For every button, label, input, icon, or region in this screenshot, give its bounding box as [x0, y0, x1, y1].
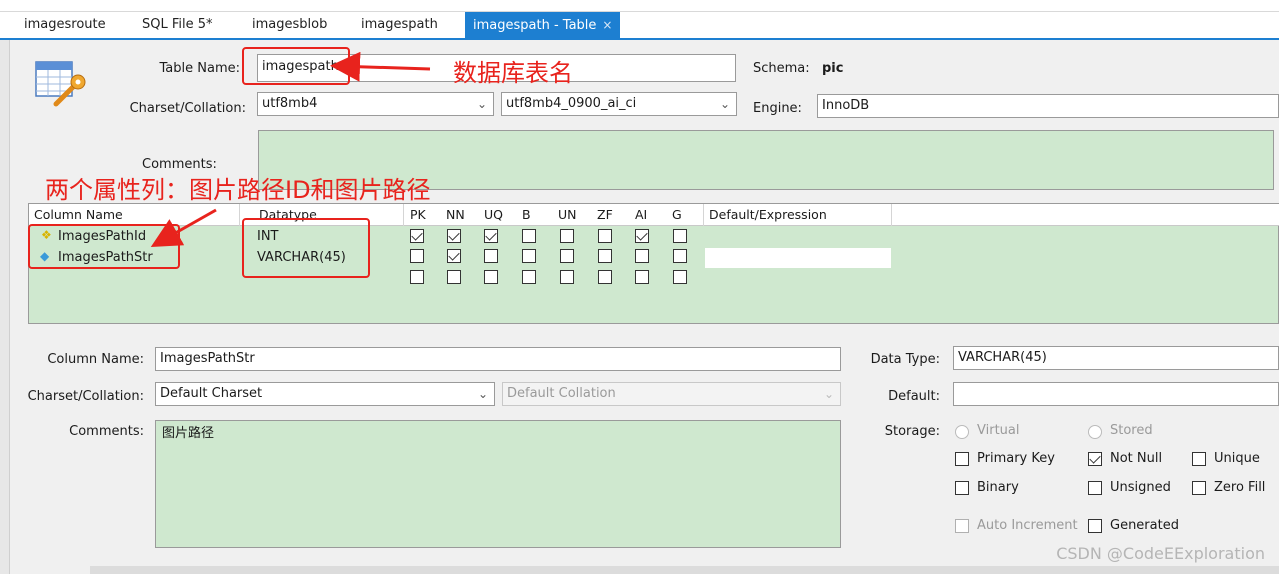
bottom-scrollbar[interactable]: [90, 566, 1279, 574]
table-name-annotation: 数据库表名: [453, 59, 573, 87]
columns-arrow: [150, 208, 217, 247]
columns-annotation: 两个属性列：图片路径ID和图片路径: [45, 176, 431, 204]
watermark: CSDN @CodeEExploration: [1056, 544, 1265, 563]
annotation-arrows: [150, 51, 431, 247]
table-name-arrow: [330, 51, 431, 82]
